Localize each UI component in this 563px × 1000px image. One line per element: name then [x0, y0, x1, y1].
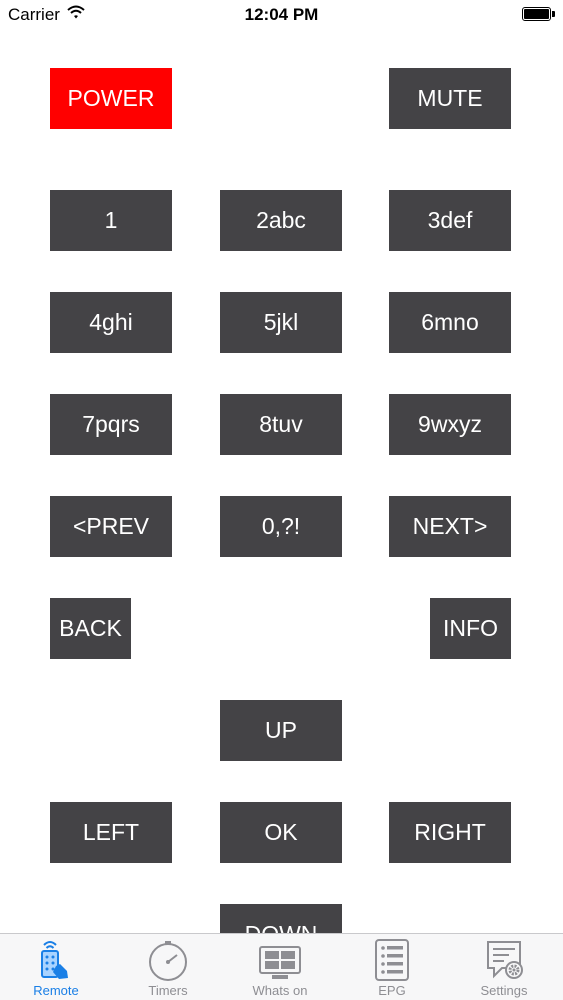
remote-panel: POWER MUTE 1 2abc 3def 4ghi 5jkl 6mno 7p… — [0, 30, 563, 933]
key-5-button[interactable]: 5jkl — [220, 292, 342, 353]
key-4-button[interactable]: 4ghi — [50, 292, 172, 353]
tab-timers[interactable]: Timers — [112, 934, 224, 1000]
tab-whats-on[interactable]: Whats on — [224, 934, 336, 1000]
timer-icon — [146, 938, 190, 982]
tab-epg-label: EPG — [378, 983, 406, 998]
tab-whats-on-label: Whats on — [252, 983, 308, 998]
tab-remote-label: Remote — [33, 983, 79, 998]
battery-icon — [522, 7, 555, 21]
tab-epg[interactable]: EPG — [336, 934, 448, 1000]
right-button[interactable]: RIGHT — [389, 802, 511, 863]
tv-icon — [258, 938, 302, 982]
settings-icon — [482, 938, 526, 982]
tab-settings-label: Settings — [480, 983, 528, 998]
prev-button[interactable]: <PREV — [50, 496, 172, 557]
left-button[interactable]: LEFT — [50, 802, 172, 863]
status-bar: Carrier 12:04 PM — [0, 0, 563, 30]
key-2-button[interactable]: 2abc — [220, 190, 342, 251]
ok-button[interactable]: OK — [220, 802, 342, 863]
status-time: 12:04 PM — [244, 5, 319, 24]
next-button[interactable]: NEXT> — [389, 496, 511, 557]
tab-settings[interactable]: Settings — [448, 934, 560, 1000]
key-8-button[interactable]: 8tuv — [220, 394, 342, 455]
list-icon — [370, 938, 414, 982]
up-button[interactable]: UP — [220, 700, 342, 761]
key-1-button[interactable]: 1 — [50, 190, 172, 251]
info-button[interactable]: INFO — [430, 598, 511, 659]
power-button[interactable]: POWER — [50, 68, 172, 129]
key-6-button[interactable]: 6mno — [389, 292, 511, 353]
tab-remote[interactable]: Remote — [0, 934, 112, 1000]
key-9-button[interactable]: 9wxyz — [389, 394, 511, 455]
back-button[interactable]: BACK — [50, 598, 131, 659]
down-button[interactable]: DOWN — [220, 904, 342, 933]
key-7-button[interactable]: 7pqrs — [50, 394, 172, 455]
key-0-button[interactable]: 0,?! — [220, 496, 342, 557]
tab-bar: Remote Timers Whats on EPG Settings — [0, 933, 563, 1000]
key-3-button[interactable]: 3def — [389, 190, 511, 251]
tab-timers-label: Timers — [148, 983, 188, 998]
remote-icon — [34, 938, 78, 982]
mute-button[interactable]: MUTE — [389, 68, 511, 129]
